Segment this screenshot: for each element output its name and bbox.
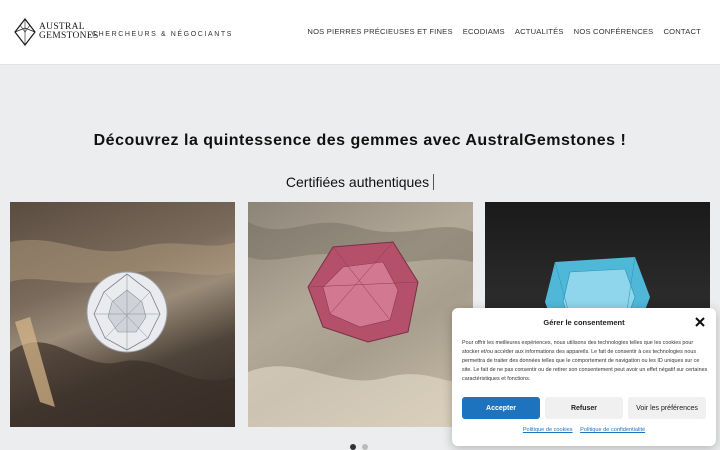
gallery-slide-pink-gem[interactable] xyxy=(248,202,473,427)
cookie-consent-dialog: Gérer le consentement Pour offrir les me… xyxy=(452,308,716,446)
nav-item-actualites[interactable]: ACTUALITÉS xyxy=(515,27,564,36)
typing-cursor xyxy=(433,174,435,190)
accept-button[interactable]: Accepter xyxy=(462,397,540,419)
cookie-policy-link[interactable]: Politique de cookies xyxy=(523,427,573,433)
refuse-button[interactable]: Refuser xyxy=(545,397,623,419)
consent-title: Gérer le consentement xyxy=(543,318,625,327)
nav-item-ecodiams[interactable]: ECODIAMS xyxy=(463,27,505,36)
logo-line-2: GEMSTONES xyxy=(39,31,99,41)
nav-item-conferences[interactable]: NOS CONFÉRENCES xyxy=(574,27,654,36)
nav-item-contact[interactable]: CONTACT xyxy=(663,27,701,36)
gem-logo-icon xyxy=(14,18,36,46)
site-header: AUSTRAL GEMSTONES CHERCHEURS & NÉGOCIANT… xyxy=(0,0,720,65)
logo-text: AUSTRAL GEMSTONES xyxy=(39,22,99,41)
consent-text: Pour offrir les meilleures expériences, … xyxy=(462,340,708,382)
carousel-dots xyxy=(350,444,368,450)
page-title: Découvrez la quintessence des gemmes ave… xyxy=(93,132,627,149)
carousel-dot-1[interactable] xyxy=(350,444,356,450)
hero-subtitle: Certifiées authentiques xyxy=(0,174,720,190)
gallery-slide-diamond[interactable] xyxy=(10,202,235,427)
tagline: CHERCHEURS & NÉGOCIANTS xyxy=(92,31,234,38)
privacy-policy-link[interactable]: Politique de confidentialité xyxy=(580,427,645,433)
logo[interactable]: AUSTRAL GEMSTONES xyxy=(14,18,99,46)
consent-links: Politique de cookies Politique de confid… xyxy=(452,427,716,433)
main-nav: NOS PIERRES PRÉCIEUSES ET FINES ECODIAMS… xyxy=(307,27,701,36)
nav-item-pierres[interactable]: NOS PIERRES PRÉCIEUSES ET FINES xyxy=(307,27,452,36)
close-icon[interactable] xyxy=(694,316,706,328)
diamond-image xyxy=(10,239,235,427)
carousel-dot-2[interactable] xyxy=(362,444,368,450)
preferences-button[interactable]: Voir les préférences xyxy=(628,397,706,419)
pink-gem-image xyxy=(248,222,473,427)
hero-subtitle-text: Certifiées authentiques xyxy=(285,174,430,190)
